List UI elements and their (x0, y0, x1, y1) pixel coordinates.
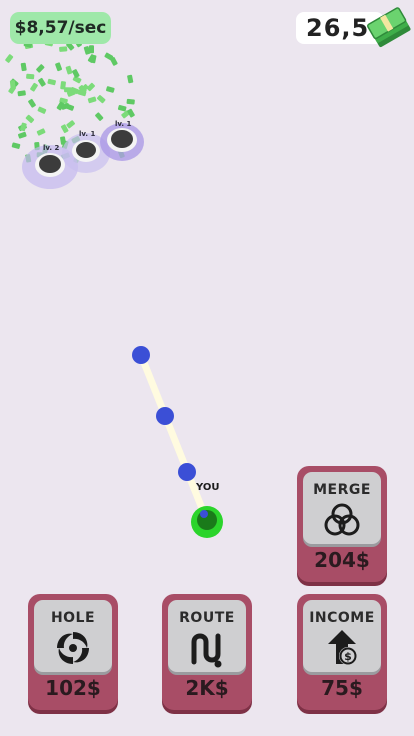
cash-bill (95, 112, 104, 121)
upgrade-title: MERGE (313, 482, 371, 498)
cash-bill (5, 54, 14, 63)
upgrade-price: 2K$ (185, 676, 229, 700)
route-node[interactable] (178, 463, 196, 481)
cash-bill (36, 128, 46, 136)
cash-bill (11, 142, 21, 149)
hole-lv1-b[interactable] (100, 123, 144, 161)
cash-bill (36, 64, 45, 73)
route-icon (191, 633, 222, 668)
hole-upgrade-button[interactable]: HOLE 102$ (28, 594, 118, 710)
rings-icon (324, 503, 360, 536)
game-screen: lv. 2 lv. 1 lv. 1 YOU $8,57/sec 26,5 MER… (0, 0, 414, 736)
cash-bill (96, 94, 106, 104)
cash-bill (38, 77, 46, 87)
cash-bill (106, 86, 115, 93)
upgrade-face: HOLE (34, 600, 112, 672)
cash-bill (126, 98, 135, 105)
cash-bill (86, 82, 95, 92)
route-node[interactable] (156, 407, 174, 425)
cash-bill (117, 104, 127, 112)
cash-bill (55, 62, 63, 72)
vortex-icon (57, 632, 89, 664)
cash-bill (30, 82, 38, 92)
hole-level-label: lv. 2 (43, 144, 60, 152)
cash-bill (28, 98, 36, 108)
upgrade-title: INCOME (309, 610, 375, 626)
cash-bill (9, 80, 16, 89)
cash-bill (59, 46, 68, 52)
cash-bill (87, 96, 97, 104)
cash-bill (127, 74, 134, 84)
hole-level-label: lv. 1 (79, 130, 96, 138)
cash-bill (60, 81, 66, 90)
income-rate-badge: $8,57/sec (10, 12, 111, 44)
hole-level-label: lv. 1 (115, 120, 132, 128)
route-node[interactable] (132, 346, 150, 364)
income-upgrade-button[interactable]: INCOME $ 75$ (297, 594, 387, 710)
money-value: 26,5 (306, 14, 370, 42)
route-upgrade-button[interactable]: ROUTE 2K$ (162, 594, 252, 710)
cash-stack-icon (367, 7, 411, 48)
cash-bill (20, 62, 27, 72)
upgrade-face: INCOME $ (303, 600, 381, 672)
merge-upgrade-button[interactable]: MERGE 204$ (297, 466, 387, 582)
upgrade-price: 102$ (45, 676, 101, 700)
cash-bill (37, 106, 47, 114)
cash-bill (47, 78, 56, 86)
cash-bill (65, 65, 73, 75)
cash-bill (72, 69, 80, 78)
upgrade-price: 75$ (321, 676, 363, 700)
cash-bill (25, 114, 35, 124)
income-rate-text: $8,57/sec (14, 18, 107, 38)
upgrade-face: MERGE (303, 472, 381, 544)
upgrade-face: ROUTE (168, 600, 246, 672)
cash-bill (17, 90, 26, 97)
upgrade-title: ROUTE (179, 610, 235, 626)
cash-bill (17, 131, 27, 139)
cash-bill (66, 120, 75, 129)
route-path (137, 351, 211, 525)
svg-text:$: $ (344, 650, 352, 663)
income-arrow-icon: $ (328, 630, 357, 665)
player-label: YOU (196, 482, 220, 493)
upgrade-price: 204$ (314, 548, 370, 572)
cash-bill (26, 73, 35, 80)
player-hole[interactable] (191, 506, 223, 538)
cash-bill (20, 122, 27, 132)
upgrade-title: HOLE (50, 610, 96, 626)
